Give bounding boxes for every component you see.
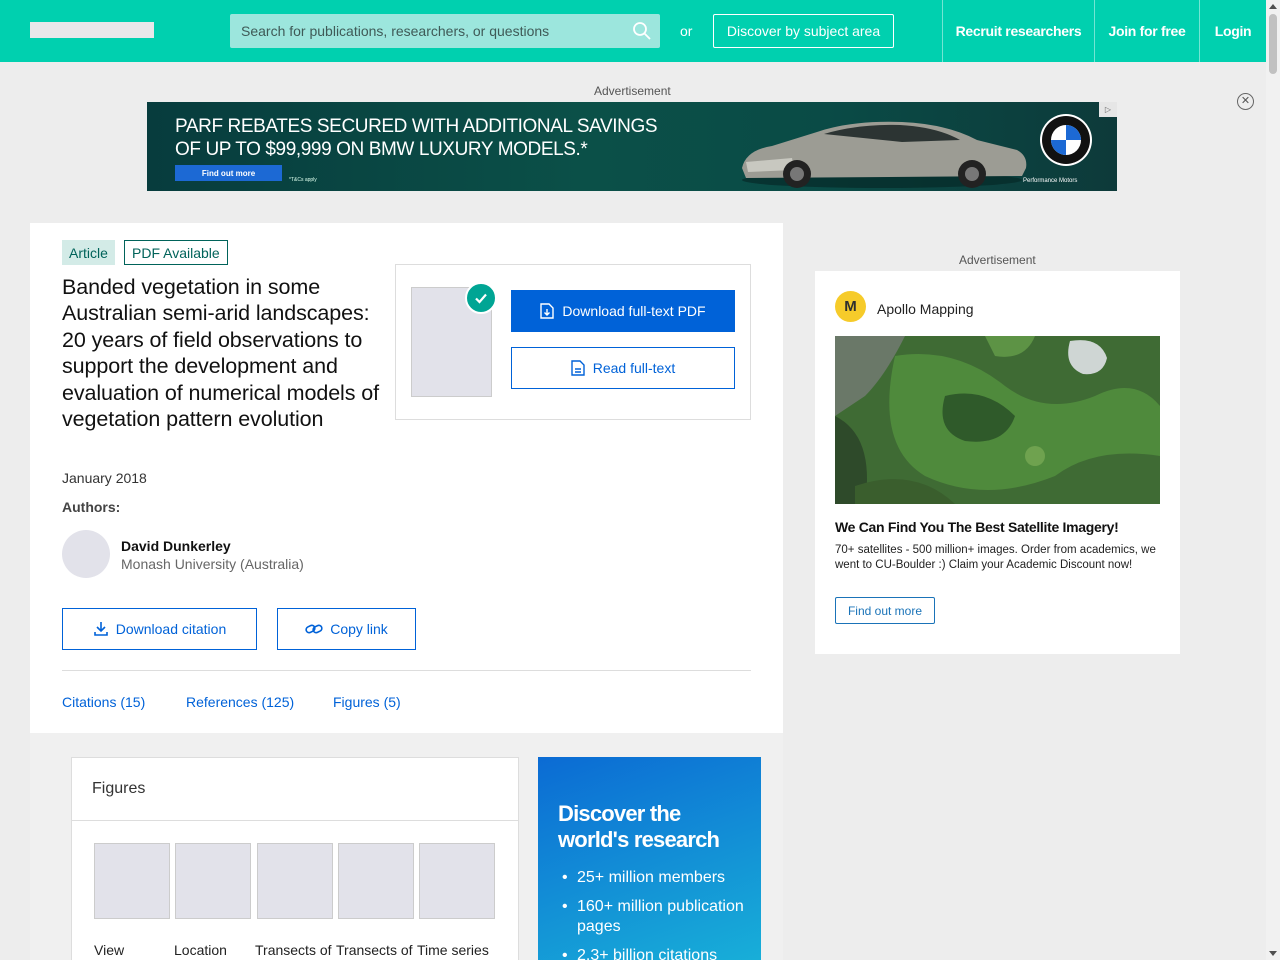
publication-date: January 2018 [62, 470, 147, 486]
banner-ad[interactable]: PARF REBATES SECURED WITH ADDITIONAL SAV… [147, 102, 1117, 191]
banner-headline-2: OF UP TO $99,999 ON BMW LUXURY MODELS.* [175, 139, 588, 160]
figure-thumbnail[interactable] [94, 843, 170, 919]
figure-thumbnail[interactable] [175, 843, 251, 919]
figure-caption[interactable]: Location [174, 942, 227, 958]
list-item: 25+ million members [558, 868, 748, 888]
download-pdf-button[interactable]: Download full-text PDF [511, 290, 735, 332]
search-box[interactable] [230, 14, 660, 48]
ad-headline[interactable]: We Can Find You The Best Satellite Image… [835, 519, 1119, 535]
top-nav-bar: or Discover by subject area Recruit rese… [0, 0, 1266, 62]
fulltext-box: Download full-text PDF Read full-text [395, 264, 751, 420]
login-link[interactable]: Login [1199, 0, 1266, 62]
close-ad-icon[interactable]: ✕ [1237, 93, 1254, 110]
download-icon [93, 622, 108, 636]
figures-divider [72, 820, 518, 821]
tab-citations[interactable]: Citations (15) [62, 694, 145, 710]
banner-headline-1: PARF REBATES SECURED WITH ADDITIONAL SAV… [175, 116, 658, 137]
download-citation-button[interactable]: Download citation [62, 608, 257, 650]
lower-section: Figures View Location Transects of Trans… [30, 733, 783, 960]
copy-link-button[interactable]: Copy link [277, 608, 416, 650]
search-input[interactable] [230, 14, 630, 48]
figure-thumbnail[interactable] [419, 843, 495, 919]
figure-thumbnail[interactable] [338, 843, 414, 919]
figure-caption[interactable]: Transects of [336, 942, 413, 958]
researchgate-logo[interactable] [30, 22, 154, 38]
list-item: 160+ million publication pages [558, 897, 748, 937]
figures-card: Figures View Location Transects of Trans… [71, 757, 519, 960]
document-icon [571, 360, 585, 376]
figure-caption[interactable]: Transects of [255, 942, 332, 958]
dealer-caption: Performance Motors [1023, 178, 1078, 184]
figures-title: Figures [92, 780, 146, 797]
discover-subject-button[interactable]: Discover by subject area [713, 14, 894, 48]
find-out-more-button[interactable]: Find out more [835, 597, 935, 624]
scrollbar-thumb[interactable] [1269, 14, 1277, 74]
car-image [742, 121, 1027, 188]
list-item: 2.3+ billion citations [558, 946, 748, 960]
download-pdf-label: Download full-text PDF [562, 303, 706, 319]
publication-card: Article PDF Available Banded vegetation … [30, 223, 783, 960]
side-advertisement-label: Advertisement [959, 253, 1036, 267]
author-name[interactable]: David Dunkerley [121, 538, 231, 554]
discover-title: Discover the world's research [558, 801, 720, 852]
bmw-logo [1040, 114, 1092, 166]
page-scrollbar[interactable] [1266, 0, 1280, 960]
tab-figures[interactable]: Figures (5) [333, 694, 401, 710]
tab-references[interactable]: References (125) [186, 694, 294, 710]
authors-label: Authors: [62, 499, 121, 515]
or-separator: or [680, 23, 693, 39]
figure-caption[interactable]: View [94, 942, 124, 958]
advertisement-label: Advertisement [594, 84, 671, 98]
read-fulltext-button[interactable]: Read full-text [511, 347, 735, 389]
pdf-download-icon [540, 303, 555, 319]
check-icon [465, 282, 497, 314]
advertiser-name[interactable]: Apollo Mapping [877, 301, 974, 317]
adchoices-icon[interactable]: ▷ [1099, 102, 1117, 117]
banner-find-out-more-button[interactable]: Find out more [175, 165, 282, 181]
author-avatar[interactable] [62, 530, 110, 578]
tabs-divider [62, 670, 751, 671]
satellite-image[interactable] [835, 336, 1160, 504]
discover-research-card[interactable]: Discover the world's research 25+ millio… [538, 757, 761, 960]
link-icon [305, 624, 323, 634]
discover-stats-list: 25+ million members 160+ million publica… [558, 868, 748, 960]
side-ad[interactable]: M Apollo Mapping We Can Find You The Bes… [815, 271, 1180, 654]
download-citation-label: Download citation [115, 621, 227, 637]
recruit-researchers-link[interactable]: Recruit researchers [942, 0, 1094, 62]
ad-body-text: 70+ satellites - 500 million+ images. Or… [835, 544, 1156, 571]
apollo-mapping-logo: M [835, 291, 866, 322]
figure-thumbnail[interactable] [257, 843, 333, 919]
publication-title: Banded vegetation in some Australian sem… [62, 275, 379, 432]
figure-caption[interactable]: Time series [417, 942, 489, 958]
scroll-down-arrow-icon[interactable] [1269, 951, 1277, 956]
author-institution[interactable]: Monash University (Australia) [121, 556, 304, 572]
pdf-available-tag: PDF Available [124, 240, 228, 265]
article-type-tag: Article [62, 240, 115, 265]
scroll-up-arrow-icon[interactable] [1269, 4, 1277, 9]
search-icon[interactable] [632, 21, 652, 41]
copy-link-label: Copy link [330, 621, 388, 637]
read-fulltext-label: Read full-text [592, 360, 676, 376]
join-for-free-link[interactable]: Join for free [1094, 0, 1199, 62]
banner-terms: *T&Cs apply [289, 177, 317, 183]
